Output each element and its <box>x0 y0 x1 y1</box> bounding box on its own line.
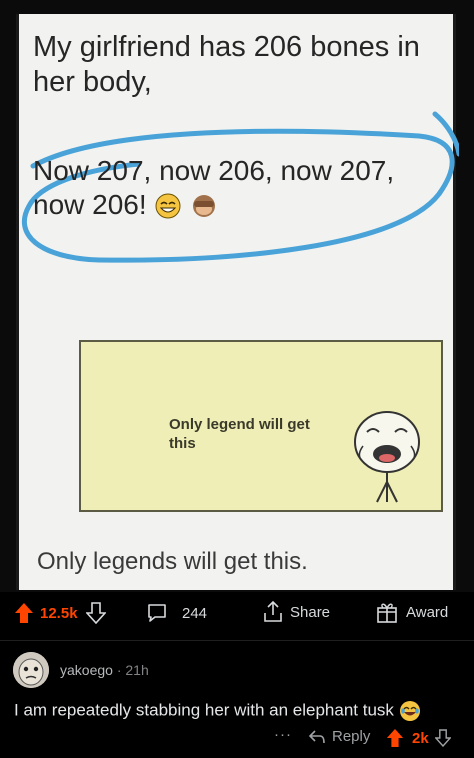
comment: yakoego · 21h I am repeatedly stabbing h… <box>0 646 474 758</box>
only-legend-panel: Only legend will get this <box>79 340 443 512</box>
comment-age: 21h <box>125 662 149 678</box>
speech-bubble-icon <box>148 604 166 622</box>
share-label: Share <box>290 603 331 621</box>
down-arrow-icon[interactable] <box>434 729 451 747</box>
award-label: Award <box>406 603 449 621</box>
post-action-bar: 12.5k 244 Share Award <box>0 594 474 634</box>
meme-caption-line2: Now 207, now 206, now 207, now 206! <box>33 154 433 221</box>
see-no-evil-monkey-icon <box>193 195 216 218</box>
comments-button[interactable]: 244 <box>146 602 207 624</box>
reply-button[interactable]: Reply <box>308 728 370 745</box>
comment-username[interactable]: yakoego <box>60 662 113 678</box>
comment-actions: ··· Reply 2k <box>0 724 474 752</box>
down-arrow-icon[interactable] <box>85 602 106 624</box>
troll-face-icon <box>354 411 420 503</box>
more-options-icon[interactable]: ··· <box>274 726 292 743</box>
meme-card: My girlfriend has 206 bones in her body,… <box>16 14 459 590</box>
avatar-face-icon <box>13 652 49 688</box>
share-upload-icon <box>264 600 282 622</box>
avatar[interactable] <box>13 652 49 688</box>
comment-text: I am repeatedly stabbing her with an ele… <box>14 700 394 720</box>
reply-arrow-icon <box>308 729 325 743</box>
post-image[interactable]: My girlfriend has 206 bones in her body,… <box>0 0 474 592</box>
gift-box-icon <box>377 603 397 623</box>
legend-panel-text: Only legend will get this <box>169 416 310 452</box>
award-button[interactable]: Award <box>376 600 448 624</box>
meta-separator: · <box>116 662 122 678</box>
share-button[interactable]: Share <box>262 600 330 624</box>
meme-caption-line1: My girlfriend has 206 bones in her body, <box>33 31 420 98</box>
divider <box>0 640 474 641</box>
comment-vote-group: 2k <box>386 728 451 748</box>
meme-footer-text: Only legends will get this. <box>37 548 308 575</box>
grinning-emoji-icon <box>155 193 181 219</box>
comment-meta: yakoego · 21h <box>60 662 149 678</box>
up-arrow-icon[interactable] <box>14 602 34 624</box>
post-vote-count: 12.5k <box>40 604 78 622</box>
laughing-emoji-icon <box>399 701 420 721</box>
comment-body: I am repeatedly stabbing her with an ele… <box>14 700 421 722</box>
comment-count: 244 <box>182 604 208 622</box>
comment-vote-count: 2k <box>412 729 429 747</box>
post-vote-group: 12.5k <box>14 602 106 624</box>
reply-label: Reply <box>332 728 371 745</box>
up-arrow-icon[interactable] <box>386 728 404 748</box>
